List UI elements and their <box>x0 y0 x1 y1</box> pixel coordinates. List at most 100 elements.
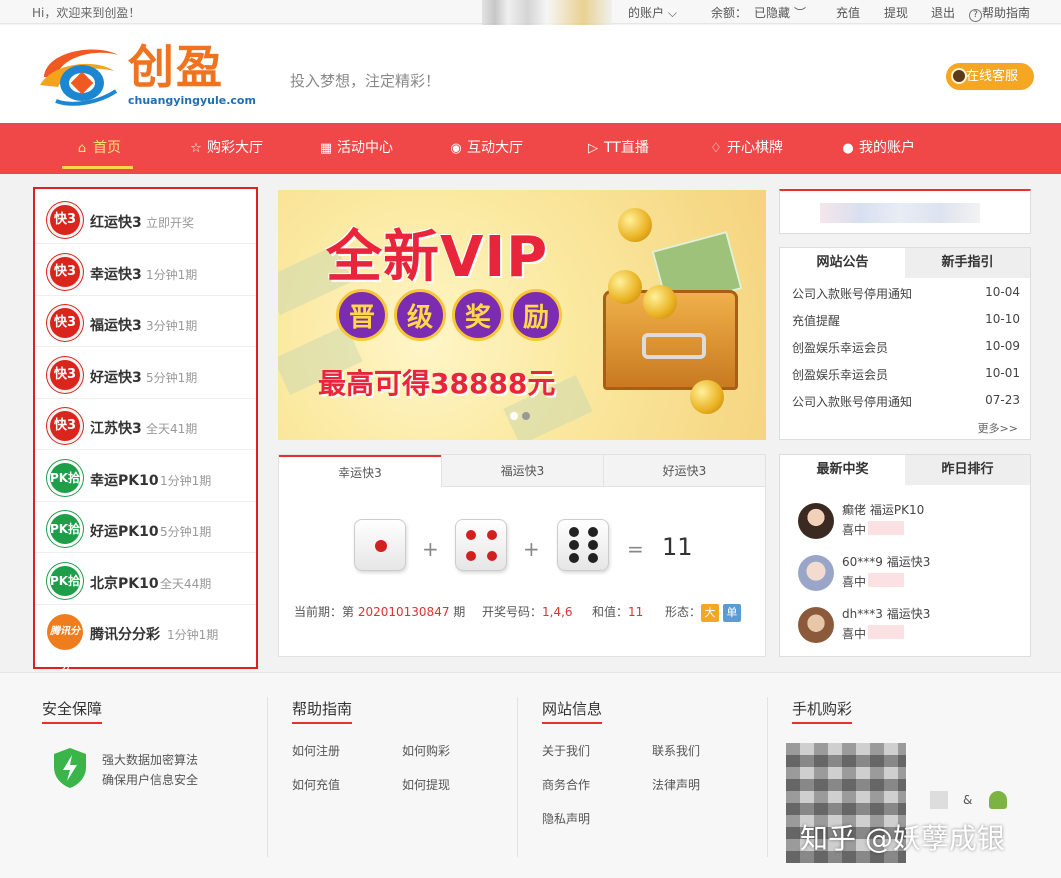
home-icon: ⌂ <box>77 141 87 156</box>
help-title: 帮助指南 <box>292 698 353 724</box>
blurred-amount <box>868 573 904 587</box>
plus-sign: + <box>523 537 540 561</box>
site-header: 创盈 chuangyingyule.com 投入梦想，注定精彩！ 在线客服 <box>0 25 1061 123</box>
kuai3-logo-icon: 快3 <box>47 357 83 393</box>
link-how-buy[interactable]: 如何购彩 <box>402 742 450 759</box>
nav-lottery-hall[interactable]: ☆ 购彩大厅 <box>188 123 263 174</box>
banner-badge: 晋 <box>336 289 388 341</box>
user-icon: ● <box>842 141 854 156</box>
nav-home[interactable]: ⌂ 首页 <box>62 123 133 174</box>
link-how-withdraw[interactable]: 如何提现 <box>402 776 450 793</box>
lottery-name: 北京PK10 <box>90 576 159 592</box>
link-business[interactable]: 商务合作 <box>542 776 590 793</box>
security-shield-icon <box>54 748 86 788</box>
list-item[interactable]: 腾讯分分 腾讯分分彩 1分钟1期 <box>35 605 256 673</box>
vip-banner[interactable]: 全新VIP 晋级奖励 最高可得38888元 <box>278 190 766 440</box>
link-legal[interactable]: 法律声明 <box>652 776 700 793</box>
notice-item[interactable]: 公司入款账号停用通知 07-23 <box>792 393 1020 410</box>
blurred-amount <box>868 521 904 535</box>
tab-fuyun-k3[interactable]: 福运快3 <box>441 455 603 487</box>
list-item[interactable]: PK拾 幸运PK10 1分钟1期 <box>35 451 256 502</box>
star-icon: ☆ <box>190 141 202 156</box>
mobile-title: 手机购彩 <box>792 698 853 724</box>
question-icon: ? <box>969 9 982 22</box>
avatar <box>798 555 834 591</box>
tab-latest-wins[interactable]: 最新中奖 <box>780 455 905 485</box>
lottery-name: 好运快3 <box>90 370 142 386</box>
ampersand: & <box>963 793 973 807</box>
tab-newbie-guide[interactable]: 新手指引 <box>905 248 1030 278</box>
avatar <box>798 503 834 539</box>
nav-card-games[interactable]: ♢ 开心棋牌 <box>708 123 783 174</box>
winner-tabs: 最新中奖 昨日排行 <box>780 455 1030 485</box>
list-item[interactable]: 快3 江苏快3 全天41期 <box>35 399 256 450</box>
list-item[interactable]: 快3 福运快3 3分钟1期 <box>35 296 256 347</box>
tab-yesterday-rank[interactable]: 昨日排行 <box>905 455 1030 485</box>
link-how-recharge[interactable]: 如何充值 <box>292 776 340 793</box>
logo-text[interactable]: 创盈 <box>128 41 224 93</box>
coin-icon <box>643 285 677 319</box>
notice-item[interactable]: 充值提醒 10-10 <box>792 312 1020 329</box>
nav-tt-live[interactable]: ▷ TT直播 <box>585 123 649 174</box>
shield-icon: ♢ <box>710 141 722 156</box>
banner-badge: 奖 <box>452 289 504 341</box>
slogan: 投入梦想，注定精彩！ <box>290 72 441 90</box>
carousel-dot[interactable] <box>522 412 530 420</box>
divider <box>767 697 768 857</box>
help-link[interactable]: ? 帮助指南 <box>969 4 1030 22</box>
security-text: 强大数据加密算法 确保用户信息安全 <box>102 753 199 787</box>
coin-icon <box>618 208 652 242</box>
account-menu[interactable]: 的账户 ⌵ <box>628 4 677 21</box>
lottery-name: 好运PK10 <box>90 524 159 540</box>
eye-closed-icon[interactable]: ︶ <box>794 4 806 21</box>
list-item[interactable]: PK拾 北京PK10 全天44期 <box>35 554 256 605</box>
pk10-logo-icon: PK拾 <box>47 563 83 599</box>
android-icon[interactable] <box>989 791 1007 809</box>
lottery-name: 幸运PK10 <box>90 473 159 489</box>
dice-sum: 11 <box>662 533 693 561</box>
online-service-button[interactable]: 在线客服 <box>946 63 1034 90</box>
shape-odd-badge: 单 <box>722 604 741 622</box>
carousel-dot[interactable] <box>510 412 518 420</box>
tab-haoyun-k3[interactable]: 好运快3 <box>603 455 765 487</box>
lottery-desc: 5分钟1期 <box>146 371 198 385</box>
gift-icon: ▦ <box>319 141 333 156</box>
kuai3-logo-icon: 快3 <box>47 202 83 238</box>
play-icon: ▷ <box>588 141 598 156</box>
pk10-logo-icon: PK拾 <box>47 460 83 496</box>
coin-icon <box>608 270 642 304</box>
list-item[interactable]: 快3 红运快3 立即开奖 <box>35 193 256 244</box>
logout-link[interactable]: 退出 <box>931 4 955 21</box>
logo-icon[interactable] <box>36 41 126 111</box>
link-privacy[interactable]: 隐私声明 <box>542 810 590 827</box>
notice-item[interactable]: 创盈娱乐幸运会员 10-01 <box>792 366 1020 383</box>
tab-announcements[interactable]: 网站公告 <box>780 248 905 278</box>
lottery-name: 江苏快3 <box>90 421 142 437</box>
more-link[interactable]: 更多>> <box>978 420 1018 436</box>
nav-activity-center[interactable]: ▦ 活动中心 <box>318 123 393 174</box>
apple-icon[interactable] <box>930 791 948 809</box>
list-item[interactable]: PK拾 好运PK10 5分钟1期 <box>35 502 256 553</box>
link-how-register[interactable]: 如何注册 <box>292 742 340 759</box>
die-1 <box>354 519 406 571</box>
nav-my-account[interactable]: ● 我的账户 <box>840 123 915 174</box>
period-info: 当前期：第 202010130847 期 <box>294 605 466 619</box>
lottery-list: 快3 红运快3 立即开奖 快3 幸运快3 1分钟1期 快3 福运快3 3分钟1期… <box>33 187 258 673</box>
notice-item[interactable]: 公司入款账号停用通知 10-04 <box>792 285 1020 302</box>
recharge-link[interactable]: 充值 <box>836 4 860 21</box>
winner-row: 60***9 福运快3 喜中 <box>798 553 1018 597</box>
notice-item[interactable]: 创盈娱乐幸运会员 10-09 <box>792 339 1020 356</box>
list-item[interactable]: 快3 好运快3 5分钟1期 <box>35 348 256 399</box>
blurred-amount <box>868 625 904 639</box>
withdraw-link[interactable]: 提现 <box>884 4 908 21</box>
carousel-dots <box>510 409 534 423</box>
tab-xingyun-k3[interactable]: 幸运快3 <box>279 455 441 487</box>
balance-value: 已隐藏 <box>754 6 791 20</box>
nav-interactive-hall[interactable]: ◉ 互动大厅 <box>448 123 523 174</box>
list-item[interactable]: 快3 幸运快3 1分钟1期 <box>35 245 256 296</box>
kuai3-logo-icon: 快3 <box>47 408 83 444</box>
link-about[interactable]: 关于我们 <box>542 742 590 759</box>
link-contact[interactable]: 联系我们 <box>652 742 700 759</box>
logo-domain: chuangyingyule.com <box>128 94 256 107</box>
welcome-text: Hi，欢迎来到创盈！ <box>32 6 141 20</box>
